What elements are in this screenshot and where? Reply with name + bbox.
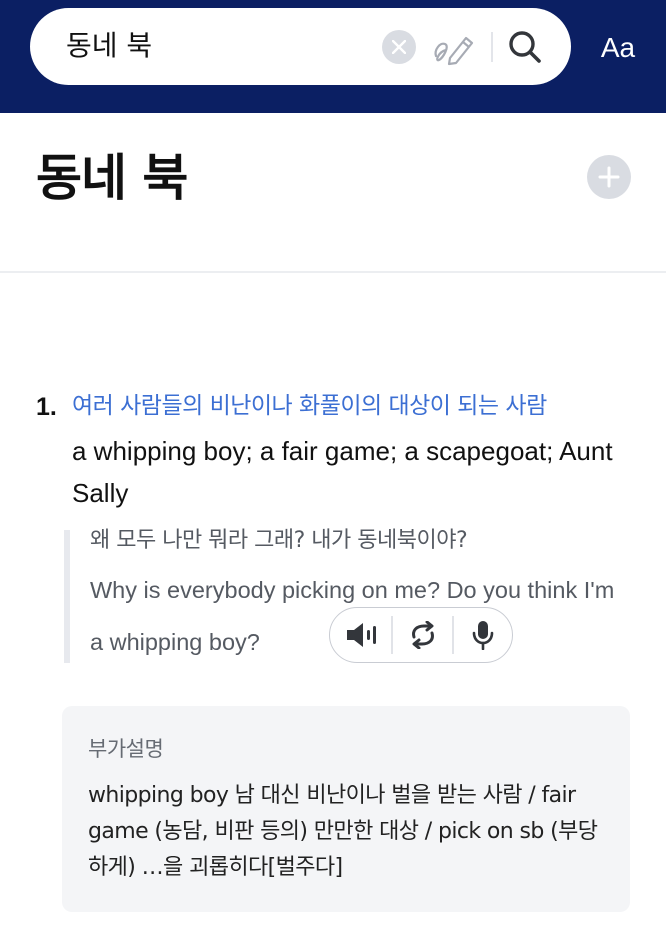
section-divider [0,271,666,273]
sense-number: 1. [36,393,57,421]
entry-headword: 동네 북 [36,149,188,207]
handwriting-icon [434,36,474,66]
clear-search-button[interactable] [382,30,416,64]
repeat-icon [412,621,434,649]
additional-info-box: 부가설명 whipping boy 남 대신 비난이나 벌을 받는 사람 / f… [62,706,630,912]
search-icon [509,31,541,63]
search-divider [491,32,493,62]
sense-definition-en: a whipping boy; a fair game; a scapegoat… [72,436,613,508]
speaker-icon [347,623,376,647]
search-button[interactable] [506,28,544,66]
example-audio-controls [329,607,513,663]
handwriting-input-button[interactable] [432,28,478,66]
additional-info-title: 부가설명 [88,737,164,761]
microphone-icon [472,621,494,650]
app-header: 동네 북 Aa [0,0,666,113]
clear-icon [392,40,406,54]
font-size-button[interactable]: Aa [590,30,646,66]
play-pronunciation-button[interactable] [330,608,390,661]
additional-info-body: whipping boy 남 대신 비난이나 벌을 받는 사람 / fair g… [88,783,598,880]
search-input[interactable]: 동네 북 [66,28,152,64]
add-to-wordbook-button[interactable] [587,155,631,199]
search-bar[interactable]: 동네 북 [30,8,571,85]
example-sentence-ko: 왜 모두 나만 뭐라 그래? 내가 동네북이야? [90,528,468,553]
example-block: 왜 모두 나만 뭐라 그래? 내가 동네북이야? Why is everybod… [64,528,634,663]
add-icon [598,166,620,188]
record-voice-button[interactable] [453,608,513,661]
sense-definition-ko[interactable]: 여러 사람들의 비난이나 화풀이의 대상이 되는 사람 [72,389,547,423]
repeat-button[interactable] [392,608,452,661]
